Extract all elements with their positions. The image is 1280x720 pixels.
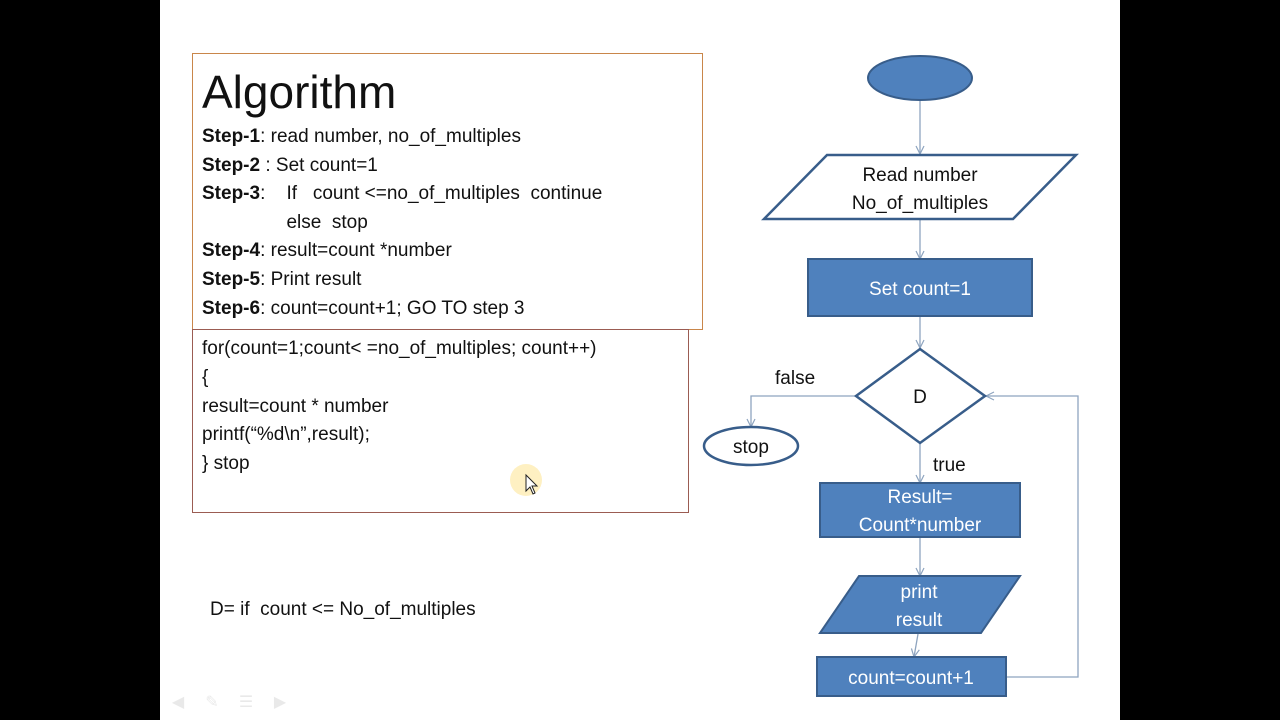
input-text-line2: No_of_multiples bbox=[852, 193, 988, 214]
output-text-line2: result bbox=[896, 610, 943, 631]
increment-text: count=count+1 bbox=[848, 668, 974, 689]
decision-diamond: D bbox=[853, 347, 988, 445]
decision-text: D bbox=[913, 387, 927, 408]
mouse-cursor-icon bbox=[510, 464, 542, 496]
result-text-line2: Count*number bbox=[859, 515, 982, 536]
input-parallelogram: Read number No_of_multiples bbox=[761, 153, 1079, 221]
connector-false-stop bbox=[751, 395, 856, 427]
stop-text: stop bbox=[733, 437, 769, 458]
result-text-line1: Result= bbox=[888, 487, 953, 508]
slide: Algorithm Step-1: read number, no_of_mul… bbox=[160, 0, 1120, 720]
increment-process: count=count+1 bbox=[816, 656, 1007, 697]
start-terminal bbox=[867, 55, 973, 101]
flowchart: Read number No_of_multiples Set count=1 … bbox=[702, 55, 1079, 697]
result-process: Result= Count*number bbox=[819, 482, 1021, 538]
false-label: false bbox=[775, 368, 815, 389]
true-label: true bbox=[933, 455, 966, 476]
init-text: Set count=1 bbox=[869, 279, 971, 300]
output-parallelogram: print result bbox=[818, 575, 1022, 634]
output-text-line1: print bbox=[901, 582, 939, 603]
stop-terminal: stop bbox=[702, 425, 800, 467]
input-text-line1: Read number bbox=[862, 165, 978, 186]
connector-output-increment bbox=[914, 633, 918, 657]
init-process: Set count=1 bbox=[807, 258, 1033, 317]
